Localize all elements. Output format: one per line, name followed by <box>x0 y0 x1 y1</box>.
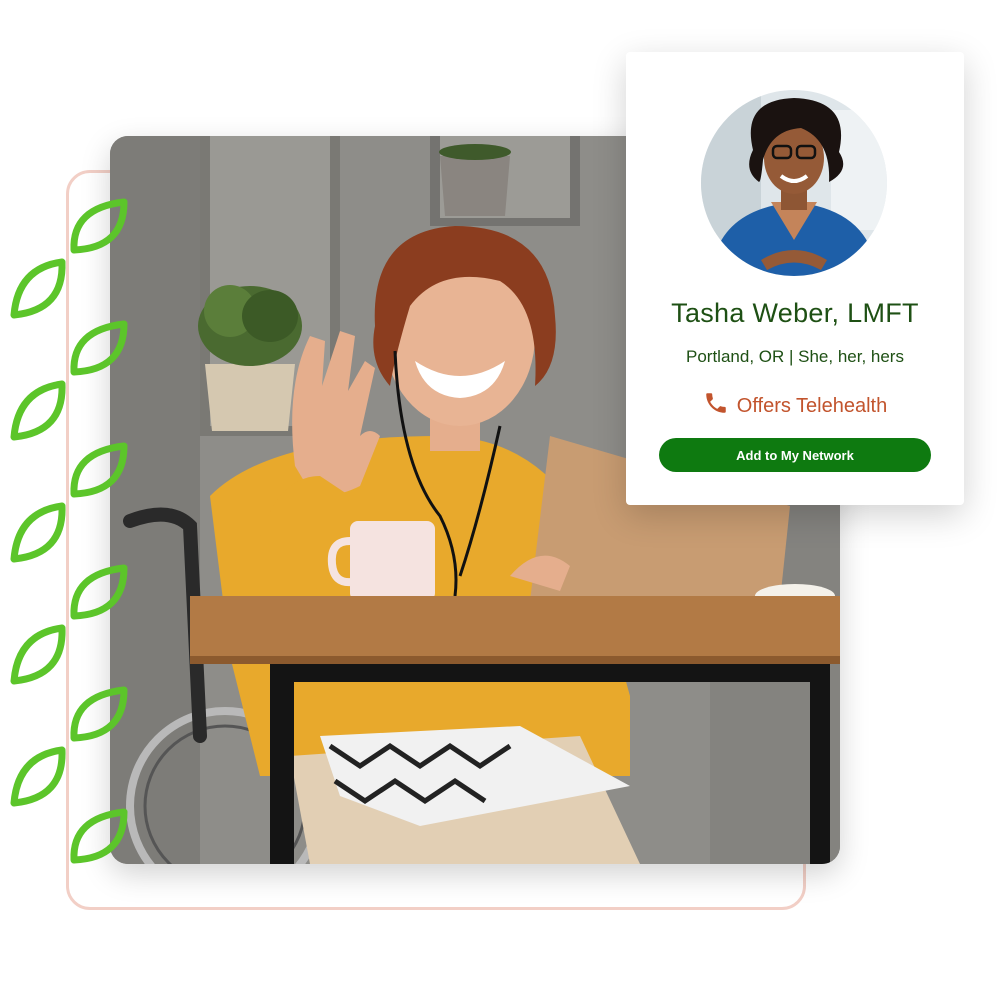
leaf-icon <box>10 502 66 563</box>
add-to-network-button[interactable]: Add to My Network <box>659 438 931 472</box>
leaf-icon <box>10 624 66 685</box>
leaf-icon <box>70 198 128 254</box>
leaf-icon <box>70 442 128 498</box>
location-pronouns: Portland, OR | She, her, hers <box>686 347 904 366</box>
leaf-icon <box>70 686 128 742</box>
phone-icon <box>703 390 729 422</box>
telehealth-label: Offers Telehealth <box>736 394 888 417</box>
telehealth-badge: Offers Telehealth <box>626 390 964 422</box>
leaf-icon <box>70 564 128 620</box>
leaf-icon <box>70 808 128 864</box>
therapist-profile-card: Tasha Weber, LMFT Portland, OR | She, he… <box>626 52 964 505</box>
leaf-icon <box>10 258 66 319</box>
avatar <box>701 90 887 276</box>
leaf-icon <box>10 746 66 807</box>
therapist-name: Tasha Weber, LMFT <box>671 298 919 328</box>
leaf-icon <box>10 380 66 441</box>
leaf-icon <box>70 320 128 376</box>
leaf-pattern <box>10 198 128 864</box>
